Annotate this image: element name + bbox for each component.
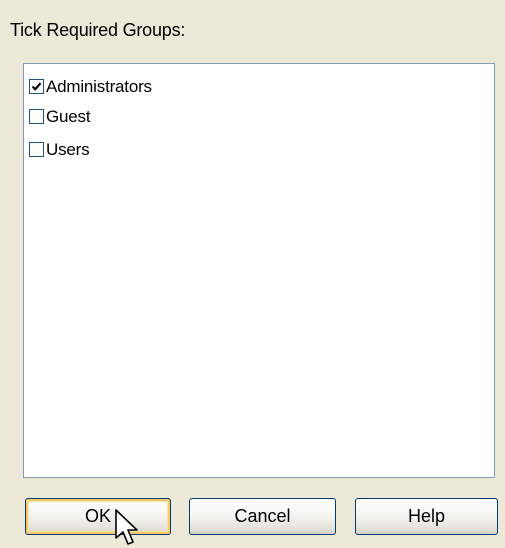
users-label: Users <box>46 139 90 159</box>
users-checkbox[interactable] <box>29 141 44 157</box>
list-item-administrators[interactable]: Administrators <box>29 74 152 98</box>
group-checklist[interactable]: Administrators Guest Users <box>23 63 495 478</box>
administrators-checkbox[interactable] <box>29 78 44 94</box>
checkmark-icon <box>31 81 42 91</box>
administrators-label: Administrators <box>46 76 152 96</box>
cancel-button[interactable]: Cancel <box>189 498 336 535</box>
prompt-label: Tick Required Groups: <box>10 20 186 40</box>
guest-label: Guest <box>46 106 91 126</box>
guest-checkbox[interactable] <box>29 108 44 124</box>
help-button[interactable]: Help <box>355 498 498 535</box>
list-item-guest[interactable]: Guest <box>29 104 91 128</box>
ok-button[interactable]: OK <box>25 498 171 535</box>
list-item-users[interactable]: Users <box>29 137 90 161</box>
